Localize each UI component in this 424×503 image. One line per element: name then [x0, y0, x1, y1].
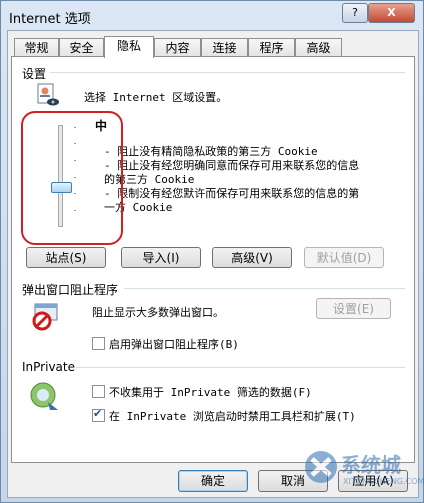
- inprivate-filter-label[interactable]: 不收集用于 InPrivate 筛选的数据(F): [109, 384, 312, 400]
- privacy-panel: 设置 选择 Internet 区域设置。 中 - 阻止没有精简隐私政策的第三方 …: [11, 56, 415, 463]
- popup-blocker-icon: [32, 303, 58, 331]
- popup-blocker-checkbox-label[interactable]: 启用弹出窗口阻止程序(B): [109, 336, 239, 352]
- divider: [124, 288, 405, 289]
- divider: [50, 72, 405, 73]
- inprivate-filter-checkbox[interactable]: [92, 385, 105, 398]
- help-button[interactable]: ?: [342, 3, 368, 23]
- inprivate-toolbar-checkbox[interactable]: [92, 407, 105, 422]
- zone-instruction: 选择 Internet 区域设置。: [84, 91, 228, 104]
- import-button[interactable]: 导入(I): [121, 247, 201, 268]
- close-button[interactable]: X: [368, 3, 415, 23]
- tab-security[interactable]: 安全: [59, 38, 104, 56]
- privacy-document-icon: [37, 83, 59, 106]
- inprivate-toolbar-label[interactable]: 在 InPrivate 浏览启动时禁用工具栏和扩展(T): [109, 408, 356, 424]
- tab-connections[interactable]: 连接: [201, 38, 248, 56]
- settings-group-label: 设置: [22, 67, 47, 81]
- tab-privacy[interactable]: 隐私: [104, 36, 154, 58]
- internet-options-window: Internet 选项 ? X 常规 安全 隐私 内容 连接 程序 高级 设置 …: [0, 0, 424, 503]
- sites-button[interactable]: 站点(S): [26, 247, 106, 268]
- watermark-text: 系统城: [341, 453, 401, 477]
- tab-advanced[interactable]: 高级: [295, 38, 342, 56]
- popup-description: 阻止显示大多数弹出窗口。: [92, 306, 224, 319]
- popup-group-label: 弹出窗口阻止程序: [22, 283, 119, 297]
- dialog-client: 常规 安全 隐私 内容 连接 程序 高级 设置 选择 Internet 区域设置…: [7, 30, 424, 498]
- advanced-button[interactable]: 高级(V): [212, 247, 292, 268]
- tab-programs[interactable]: 程序: [248, 38, 295, 56]
- divider: [76, 367, 405, 368]
- watermark-logo-icon: [305, 451, 337, 483]
- window-title: Internet 选项: [9, 12, 91, 27]
- highlight-annotation: [21, 111, 123, 245]
- tab-general[interactable]: 常规: [14, 38, 59, 56]
- title-bar: Internet 选项 ? X: [1, 1, 423, 31]
- watermark-url: XITONGCHENG.COM: [343, 477, 424, 486]
- tab-content[interactable]: 内容: [154, 38, 201, 56]
- ok-button[interactable]: 确定: [178, 470, 248, 492]
- inprivate-icon: [30, 382, 58, 410]
- inprivate-group-label: InPrivate: [22, 360, 75, 374]
- default-button[interactable]: 默认值(D): [304, 247, 384, 268]
- popup-blocker-checkbox[interactable]: [92, 337, 105, 350]
- popup-settings-button[interactable]: 设置(E): [316, 298, 391, 319]
- watermark: 系统城 XITONGCHENG.COM: [303, 443, 424, 493]
